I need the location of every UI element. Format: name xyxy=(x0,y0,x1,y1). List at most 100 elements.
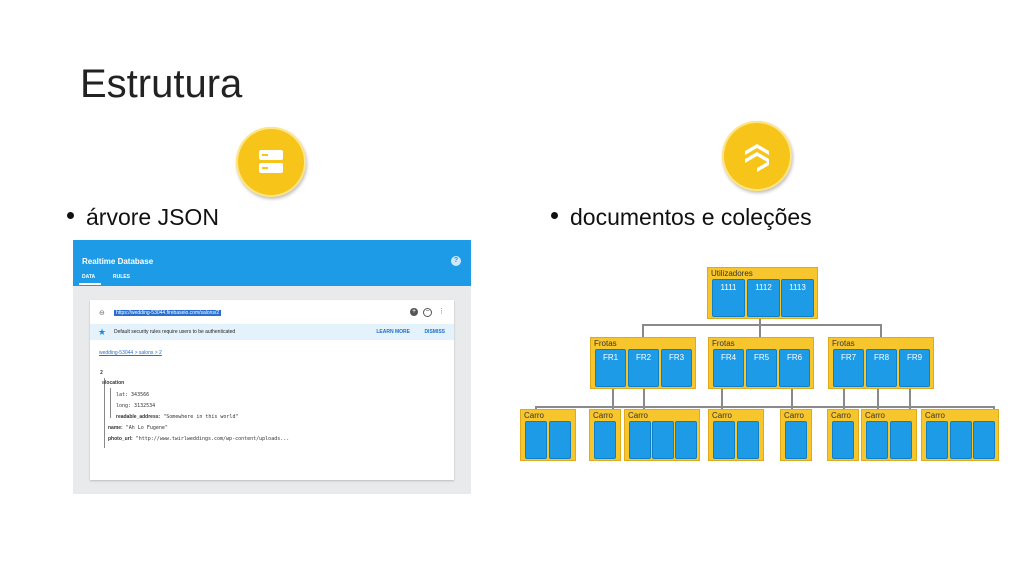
more-icon[interactable]: ⋮ xyxy=(438,307,445,315)
active-tab-indicator xyxy=(79,283,101,285)
document-box[interactable] xyxy=(785,421,807,459)
document-box[interactable] xyxy=(629,421,651,459)
tree-node-name[interactable]: name: "Ah Lo Fugene" xyxy=(108,425,168,431)
connector xyxy=(880,324,882,338)
tree-root[interactable]: 2 xyxy=(100,370,103,376)
readable-address-key: readable_address: xyxy=(116,414,161,420)
document-box[interactable] xyxy=(973,421,995,459)
connector xyxy=(909,387,911,410)
tree-line xyxy=(104,378,105,448)
collection-carro[interactable]: Carro xyxy=(861,409,917,461)
console-title: Realtime Database xyxy=(82,257,154,266)
collection-carro[interactable]: Carro xyxy=(780,409,812,461)
document-box[interactable] xyxy=(866,421,888,459)
document-box[interactable] xyxy=(652,421,674,459)
document-box[interactable]: 1112 xyxy=(747,279,780,317)
document-box[interactable] xyxy=(549,421,571,459)
document-label: FR4 xyxy=(720,353,737,362)
document-box[interactable]: 1111 xyxy=(712,279,745,317)
document-box[interactable] xyxy=(737,421,759,459)
left-bullet: árvore JSON xyxy=(67,204,219,231)
warning-text: Default security rules require users to … xyxy=(114,329,236,335)
link-icon[interactable]: ⊖ xyxy=(99,309,105,317)
remove-icon[interactable]: − xyxy=(423,308,432,317)
connector xyxy=(721,387,723,410)
collection-frotas[interactable]: Frotas FR7 FR8 FR9 xyxy=(828,337,934,389)
collection-carro[interactable]: Carro xyxy=(827,409,859,461)
tree-node-photo-url[interactable]: photo_url: "http://www.twirlweddings.com… xyxy=(108,436,289,442)
collection-carro[interactable]: Carro xyxy=(624,409,700,461)
document-box[interactable]: 1113 xyxy=(781,279,814,317)
document-label: FR2 xyxy=(635,353,652,362)
collection-label: Carro xyxy=(628,411,649,420)
document-label: FR3 xyxy=(668,353,685,362)
collection-utilizadores[interactable]: Utilizadores 1111 1112 1113 xyxy=(707,267,818,319)
document-label: FR7 xyxy=(840,353,857,362)
document-box[interactable]: FR5 xyxy=(746,349,777,387)
document-box[interactable] xyxy=(675,421,697,459)
document-box[interactable]: FR4 xyxy=(713,349,744,387)
database-url[interactable]: https://wedding-53044.firebaseio.com/sal… xyxy=(114,310,222,316)
console-header: Realtime Database ? DATA RULES xyxy=(73,240,471,286)
help-icon[interactable]: ? xyxy=(451,256,461,266)
connector xyxy=(642,324,882,326)
document-box[interactable]: FR7 xyxy=(833,349,864,387)
dismiss-button[interactable]: DISMISS xyxy=(424,329,445,335)
collection-carro[interactable]: Carro xyxy=(921,409,999,461)
connector xyxy=(791,387,793,410)
document-label: FR6 xyxy=(786,353,803,362)
add-icon[interactable]: + xyxy=(410,308,418,316)
document-label: FR9 xyxy=(906,353,923,362)
document-box[interactable] xyxy=(890,421,912,459)
collection-label: Carro xyxy=(712,411,733,420)
star-icon: ★ xyxy=(98,327,107,337)
document-box[interactable] xyxy=(832,421,854,459)
left-bullet-text: árvore JSON xyxy=(86,204,219,230)
document-box[interactable] xyxy=(594,421,616,459)
name-value: "Ah Lo Fugene" xyxy=(125,425,168,431)
collection-frotas[interactable]: Frotas FR4 FR5 FR6 xyxy=(708,337,814,389)
document-box[interactable] xyxy=(713,421,735,459)
bullet-dot xyxy=(551,212,558,220)
document-box[interactable]: FR1 xyxy=(595,349,626,387)
tree-node-readable-address[interactable]: readable_address: "Somewhere in this wor… xyxy=(116,414,238,420)
connector xyxy=(643,387,645,410)
name-key: name: xyxy=(108,425,123,431)
slide-title: Estrutura xyxy=(80,62,243,106)
document-box[interactable]: FR2 xyxy=(628,349,659,387)
security-warning-banner: ★ Default security rules require users t… xyxy=(90,324,454,340)
document-box[interactable]: FR9 xyxy=(899,349,930,387)
document-box[interactable]: FR8 xyxy=(866,349,897,387)
learn-more-link[interactable]: LEARN MORE xyxy=(376,329,410,335)
document-label: 1111 xyxy=(720,283,737,292)
breadcrumb[interactable]: wedding-53044 > salons > 2 xyxy=(99,350,162,356)
connector xyxy=(759,324,761,338)
collection-carro[interactable]: Carro xyxy=(708,409,764,461)
collection-carro[interactable]: Carro xyxy=(520,409,576,461)
document-box[interactable] xyxy=(926,421,948,459)
realtime-database-icon xyxy=(236,127,306,197)
collection-label: Frotas xyxy=(594,339,617,348)
tree-node-long[interactable]: long: 3132534 xyxy=(116,403,155,409)
tab-data[interactable]: DATA xyxy=(82,274,95,280)
connector xyxy=(843,387,845,410)
firestore-icon xyxy=(722,121,792,191)
collection-label: Utilizadores xyxy=(711,269,753,278)
collection-label: Carro xyxy=(925,411,946,420)
document-box[interactable] xyxy=(525,421,547,459)
tab-rules[interactable]: RULES xyxy=(113,274,130,280)
tree-node-lat[interactable]: lat: 343566 xyxy=(116,392,149,398)
realtime-database-console: Realtime Database ? DATA RULES ⊖ https:/… xyxy=(73,240,471,494)
document-box[interactable] xyxy=(950,421,972,459)
photo-url-key: photo_url: xyxy=(108,436,133,442)
collection-label: Carro xyxy=(524,411,545,420)
collection-carro[interactable]: Carro xyxy=(589,409,621,461)
document-box[interactable]: FR6 xyxy=(779,349,810,387)
bullet-dot xyxy=(67,212,74,220)
connector xyxy=(535,406,995,408)
document-box[interactable]: FR3 xyxy=(661,349,692,387)
document-label: 1112 xyxy=(755,283,772,292)
tree-node-location[interactable]: ⊟location xyxy=(102,380,124,386)
collection-label: Carro xyxy=(865,411,886,420)
collection-frotas[interactable]: Frotas FR1 FR2 FR3 xyxy=(590,337,696,389)
